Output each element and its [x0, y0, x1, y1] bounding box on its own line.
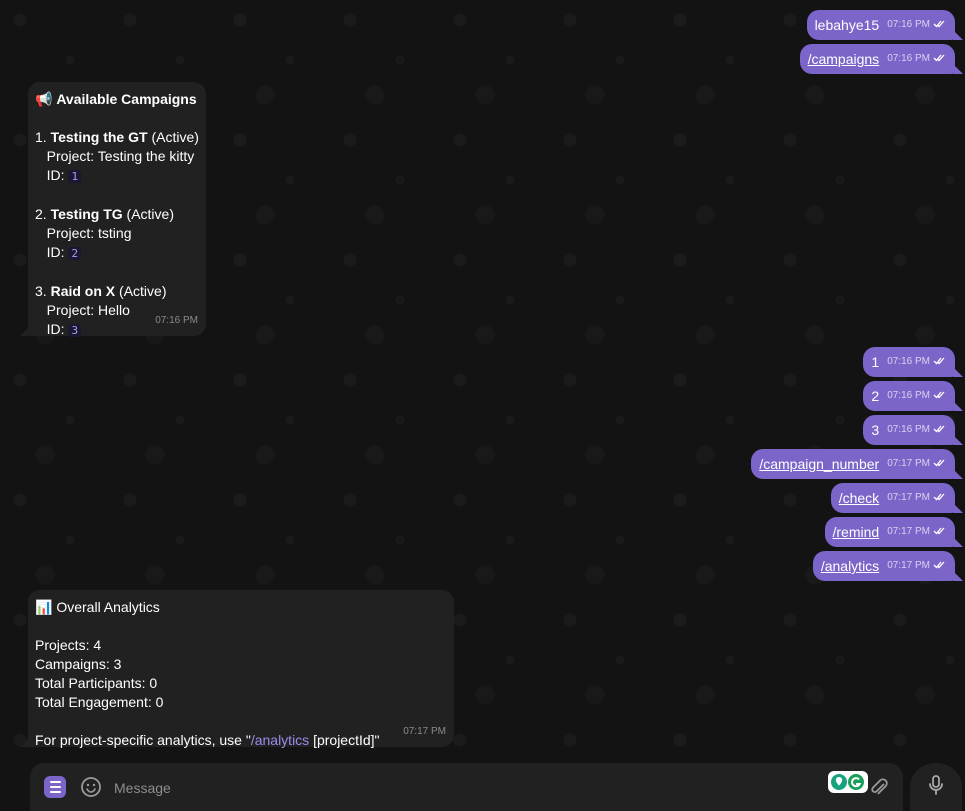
campaign-name: Raid on X: [50, 283, 116, 299]
message-text: 2: [871, 388, 880, 404]
outgoing-message[interactable]: /campaign_number 07:17 PM: [751, 449, 963, 479]
outgoing-message[interactable]: /campaigns 07:16 PM: [799, 44, 964, 74]
message-time: 07:16 PM: [887, 390, 930, 401]
footer-text: [projectId]": [309, 732, 380, 748]
message-title: Available Campaigns: [56, 91, 197, 107]
message-time: 07:16 PM: [887, 53, 930, 64]
message-text: lebahye15: [814, 17, 880, 33]
campaign-status: (Active): [119, 283, 167, 299]
campaign-name: Testing TG: [50, 206, 123, 222]
double-check-icon: [933, 523, 947, 542]
message-time: 07:17 PM: [887, 458, 930, 469]
command-link[interactable]: /remind: [833, 524, 880, 540]
message-time: 07:16 PM: [155, 315, 198, 326]
campaign-status: (Active): [126, 206, 174, 222]
microphone-icon: [926, 774, 946, 801]
double-check-icon: [933, 421, 947, 440]
command-link[interactable]: /check: [839, 490, 879, 506]
message-text: 1: [871, 354, 880, 370]
double-check-icon: [933, 387, 947, 406]
command-link[interactable]: /analytics: [821, 558, 879, 574]
double-check-icon: [933, 50, 947, 69]
campaign-name: Testing the GT: [50, 129, 148, 145]
message-time: 07:16 PM: [887, 19, 930, 30]
megaphone-icon: 📢: [35, 91, 53, 107]
campaign-id[interactable]: 1: [68, 170, 82, 183]
double-check-icon: [933, 489, 947, 508]
message-time: 07:17 PM: [403, 726, 446, 737]
campaign-id[interactable]: 2: [68, 247, 82, 260]
message-input[interactable]: [112, 775, 816, 801]
campaign-id[interactable]: 3: [68, 324, 82, 337]
attach-icon[interactable]: [868, 776, 890, 803]
stat-line: Total Participants: 0: [35, 675, 158, 691]
message-text: 3: [871, 422, 880, 438]
outgoing-message[interactable]: lebahye15 07:16 PM: [806, 10, 964, 40]
microphone-button[interactable]: [910, 763, 962, 811]
bot-menu-button[interactable]: [44, 776, 66, 798]
outgoing-message[interactable]: 1 07:16 PM: [863, 347, 963, 377]
campaign-status: (Active): [151, 129, 199, 145]
message-time: 07:17 PM: [887, 560, 930, 571]
stat-line: Campaigns: 3: [35, 656, 122, 672]
analytics-command-link[interactable]: /analytics: [251, 732, 309, 748]
stat-line: Total Engagement: 0: [35, 694, 164, 710]
outgoing-message[interactable]: /check 07:17 PM: [830, 483, 964, 513]
double-check-icon: [933, 557, 947, 576]
chart-icon: 📊: [35, 599, 53, 615]
outgoing-message[interactable]: /remind 07:17 PM: [824, 517, 963, 547]
message-time: 07:16 PM: [887, 356, 930, 367]
message-time: 07:17 PM: [887, 526, 930, 537]
campaign-project: tsting: [98, 225, 132, 241]
incoming-message-analytics: 📊 Overall Analytics Projects: 4 Campaign…: [20, 590, 454, 748]
outgoing-message[interactable]: 2 07:16 PM: [863, 381, 963, 411]
emoji-icon[interactable]: [80, 776, 102, 803]
outgoing-message[interactable]: 3 07:16 PM: [863, 415, 963, 445]
campaign-project: Hello: [98, 302, 130, 318]
double-check-icon: [933, 353, 947, 372]
extension-badge[interactable]: [828, 771, 868, 793]
stat-line: Projects: 4: [35, 637, 102, 653]
command-link[interactable]: /campaign_number: [759, 456, 879, 472]
message-title: Overall Analytics: [56, 599, 160, 615]
message-composer: [30, 763, 903, 811]
outgoing-message[interactable]: /analytics 07:17 PM: [812, 551, 964, 581]
message-time: 07:17 PM: [887, 492, 930, 503]
command-link[interactable]: /campaigns: [808, 51, 880, 67]
double-check-icon: [933, 455, 947, 474]
campaign-project: Testing the kitty: [97, 148, 195, 164]
message-time: 07:16 PM: [887, 424, 930, 435]
double-check-icon: [933, 16, 947, 35]
incoming-message-campaigns: 📢 Available Campaigns 1. Testing the GT …: [20, 82, 206, 337]
footer-text: For project-specific analytics, use ": [35, 732, 251, 748]
